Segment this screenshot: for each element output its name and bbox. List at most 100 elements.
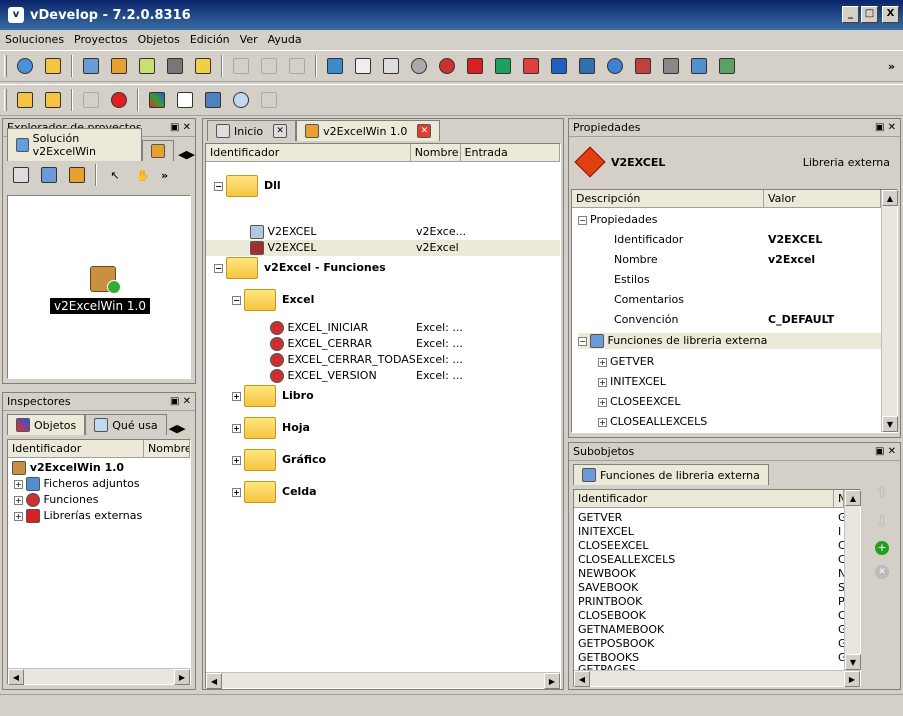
col-identificador[interactable]: Identificador: [206, 144, 411, 161]
close-button[interactable]: X: [882, 6, 899, 23]
remove-icon[interactable]: ✕: [875, 565, 889, 579]
gear-icon[interactable]: [408, 55, 430, 77]
tab-scroll-left-icon[interactable]: ◀: [169, 422, 177, 435]
col-n[interactable]: N: [834, 490, 844, 507]
properties-icon[interactable]: [258, 89, 280, 111]
list-item[interactable]: + CLOSEALLEXCELS: [598, 414, 707, 430]
menu-soluciones[interactable]: Soluciones: [0, 33, 69, 46]
property-group[interactable]: − Propiedades: [578, 212, 657, 228]
tab-v2excelwin[interactable]: v2ExcelWin 1.0 ✕: [296, 120, 441, 141]
menu-ayuda[interactable]: Ayuda: [263, 33, 307, 46]
restore-icon[interactable]: ▣ ✕: [170, 122, 191, 133]
function-icon[interactable]: [436, 55, 458, 77]
menu-edicion[interactable]: Edición: [185, 33, 235, 46]
copy-icon[interactable]: [258, 55, 280, 77]
remove-icon[interactable]: [80, 89, 102, 111]
maximize-button[interactable]: □: [861, 6, 878, 23]
tab-funciones[interactable]: Funciones de libreria externa: [573, 464, 769, 485]
move-down-icon[interactable]: ⇩: [875, 512, 888, 531]
keyboard-icon[interactable]: [660, 55, 682, 77]
move-up-icon[interactable]: ⇧: [875, 483, 888, 502]
list-item[interactable]: + Librerías externas: [14, 508, 142, 524]
subobjects-vscroll[interactable]: ▲ ▼: [844, 490, 861, 670]
property-value[interactable]: V2EXCEL: [768, 232, 822, 248]
project-icon[interactable]: [108, 55, 130, 77]
open-folder-icon[interactable]: [42, 55, 64, 77]
restore-icon[interactable]: ▣ ✕: [875, 122, 896, 133]
group-excel[interactable]: − Excel: [232, 288, 314, 312]
subobjects-hscroll[interactable]: ◀ ▶: [574, 670, 860, 687]
group-grafico[interactable]: + Gráfico: [232, 448, 326, 472]
close-tab-icon[interactable]: ✕: [273, 124, 288, 138]
inspector-hscroll[interactable]: ◀ ▶: [8, 668, 190, 685]
table-row[interactable]: EXCEL_CERRAR_TODAS: [270, 352, 416, 368]
tab-scroll-right-icon[interactable]: ▶: [177, 422, 185, 435]
editor-hscroll[interactable]: ◀ ▶: [206, 672, 560, 689]
table-row[interactable]: EXCEL_INICIAR: [270, 320, 368, 336]
col-identificador[interactable]: Identificador: [8, 440, 144, 457]
list-item[interactable]: + CLOSEEXCEL: [598, 394, 680, 410]
group-celda[interactable]: + Celda: [232, 480, 317, 504]
paste-icon[interactable]: [286, 55, 308, 77]
menu-proyectos[interactable]: Proyectos: [69, 33, 133, 46]
explorer-project-icon[interactable]: [66, 164, 88, 186]
add-icon[interactable]: +: [875, 541, 889, 555]
new-folder-icon[interactable]: [14, 89, 36, 111]
form-icon[interactable]: [352, 55, 374, 77]
property-value[interactable]: v2Excel: [768, 252, 815, 268]
minimize-button[interactable]: _: [842, 6, 859, 23]
restore-icon[interactable]: ▣ ✕: [875, 446, 896, 457]
explorer-window-icon[interactable]: [38, 164, 60, 186]
edit-icon[interactable]: [136, 55, 158, 77]
table-row[interactable]: EXCEL_VERSION: [270, 368, 377, 384]
group-funciones[interactable]: − v2Excel - Funciones: [214, 256, 386, 280]
window-icon[interactable]: [80, 55, 102, 77]
play-icon[interactable]: [492, 55, 514, 77]
tab-solution[interactable]: Solución v2ExcelWin: [7, 128, 143, 161]
save-icon[interactable]: [164, 55, 186, 77]
warning-icon[interactable]: [192, 55, 214, 77]
search-icon[interactable]: [230, 89, 252, 111]
print-icon[interactable]: [380, 55, 402, 77]
property-value[interactable]: C_DEFAULT: [768, 312, 834, 328]
table-row[interactable]: V2EXCEL: [250, 224, 316, 240]
class-icon[interactable]: [576, 55, 598, 77]
col-valor[interactable]: Valor: [764, 190, 881, 207]
property-group[interactable]: − Funciones de libreria externa: [578, 333, 882, 349]
group-hoja[interactable]: + Hoja: [232, 416, 310, 440]
group-libro[interactable]: + Libro: [232, 384, 314, 408]
list-item[interactable]: + GETVER: [598, 354, 654, 370]
col-nombre[interactable]: Nombre: [411, 144, 461, 161]
inspector-root[interactable]: v2ExcelWin 1.0: [12, 460, 124, 476]
group-dll[interactable]: − Dll: [214, 174, 281, 198]
restore-icon[interactable]: ▣ ✕: [170, 396, 191, 407]
tab-que-usa[interactable]: Qué usa: [85, 414, 167, 435]
panel-icon[interactable]: [520, 55, 542, 77]
add-icon[interactable]: [174, 89, 196, 111]
pencil-icon[interactable]: [632, 55, 654, 77]
tab-inicio[interactable]: Inicio ✕: [207, 120, 297, 141]
menu-ver[interactable]: Ver: [235, 33, 263, 46]
col-identificador[interactable]: Identificador: [574, 490, 834, 507]
chart-icon[interactable]: [716, 55, 738, 77]
palette-icon[interactable]: [146, 89, 168, 111]
refresh-icon[interactable]: [202, 89, 224, 111]
list-item[interactable]: + INITEXCEL: [598, 374, 666, 390]
pointer-icon[interactable]: ↖: [104, 164, 126, 186]
menu-objetos[interactable]: Objetos: [133, 33, 185, 46]
table-row[interactable]: V2EXCEL: [250, 240, 316, 256]
table-row[interactable]: EXCEL_CERRAR: [270, 336, 372, 352]
list-item[interactable]: + Ficheros adjuntos: [14, 476, 140, 492]
cut-icon[interactable]: [230, 55, 252, 77]
list-item[interactable]: + Funciones: [14, 492, 98, 508]
hand-icon[interactable]: ✋: [132, 164, 154, 186]
image-icon[interactable]: [324, 55, 346, 77]
delete-icon[interactable]: [108, 89, 130, 111]
col-nombre[interactable]: Nombre: [144, 440, 190, 457]
properties-vscroll[interactable]: ▲ ▼: [881, 190, 898, 432]
tab-scroll-left-icon[interactable]: ◀: [178, 148, 186, 161]
tab-objetos[interactable]: Objetos: [7, 414, 86, 435]
col-descripcion[interactable]: Descripción: [572, 190, 764, 207]
grid-icon[interactable]: [548, 55, 570, 77]
folder-icon[interactable]: [42, 89, 64, 111]
